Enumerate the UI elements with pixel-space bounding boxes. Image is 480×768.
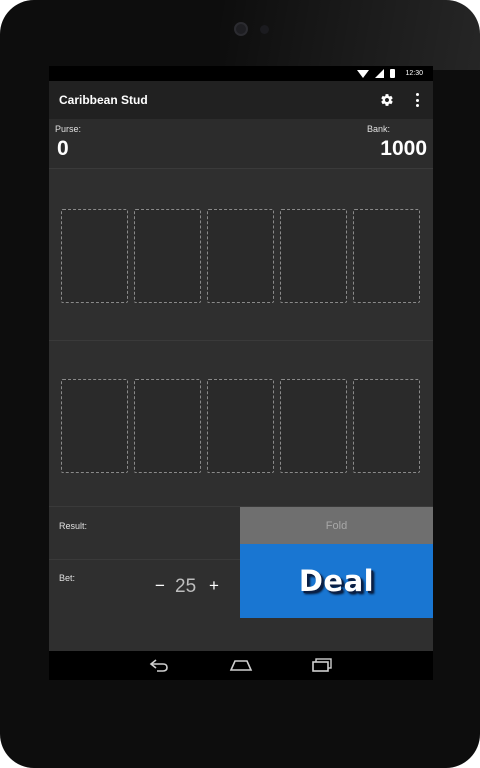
recents-icon[interactable]	[311, 658, 333, 672]
player-card-slot-3	[207, 379, 274, 473]
status-time: 12:30	[405, 70, 423, 77]
home-icon[interactable]	[229, 659, 253, 671]
deal-button-label: Deal	[298, 564, 375, 598]
bet-decrease-button[interactable]: −	[155, 576, 165, 596]
dealer-card-slot-4	[280, 209, 347, 303]
screen: 12:30 Caribbean Stud Purse: 0 Bank: 1000	[49, 66, 433, 680]
wifi-icon	[357, 69, 370, 78]
status-bar: 12:30	[49, 66, 433, 81]
dealer-hand	[49, 170, 433, 341]
bank-value: 1000	[380, 137, 427, 160]
frame-reflection	[220, 0, 480, 70]
controls-panel: Result: Bet: − 25 + Fold Deal	[49, 507, 433, 651]
result-label: Result:	[59, 521, 88, 531]
dealer-card-slot-1	[61, 209, 128, 303]
deal-button[interactable]: Deal	[240, 544, 433, 618]
purse-value: 0	[57, 137, 69, 160]
app-title: Caribbean Stud	[59, 93, 148, 107]
tablet-frame: 12:30 Caribbean Stud Purse: 0 Bank: 1000	[0, 0, 480, 768]
back-icon[interactable]	[148, 658, 170, 672]
signal-icon	[375, 69, 385, 78]
money-row: Purse: 0 Bank: 1000	[49, 119, 433, 169]
dealer-card-slot-2	[134, 209, 201, 303]
settings-icon[interactable]	[380, 93, 394, 107]
battery-icon	[390, 69, 396, 78]
bet-increase-button[interactable]: +	[209, 576, 219, 596]
fold-button[interactable]: Fold	[240, 507, 433, 544]
app-bar: Caribbean Stud	[49, 81, 433, 119]
dealer-card-slot-5	[353, 209, 420, 303]
player-hand	[49, 342, 433, 507]
dealer-card-slot-3	[207, 209, 274, 303]
player-card-slot-2	[134, 379, 201, 473]
player-card-slot-5	[353, 379, 420, 473]
purse-label: Purse:	[55, 124, 82, 134]
overflow-menu-icon[interactable]	[412, 93, 422, 107]
bank-label: Bank:	[366, 124, 390, 134]
navigation-bar	[49, 651, 433, 680]
player-card-slot-1	[61, 379, 128, 473]
divider	[49, 559, 240, 560]
player-card-slot-4	[280, 379, 347, 473]
camera-icon	[234, 22, 248, 36]
sensor-icon	[260, 25, 269, 34]
bet-value: 25	[175, 576, 197, 597]
bet-label: Bet:	[59, 573, 76, 583]
